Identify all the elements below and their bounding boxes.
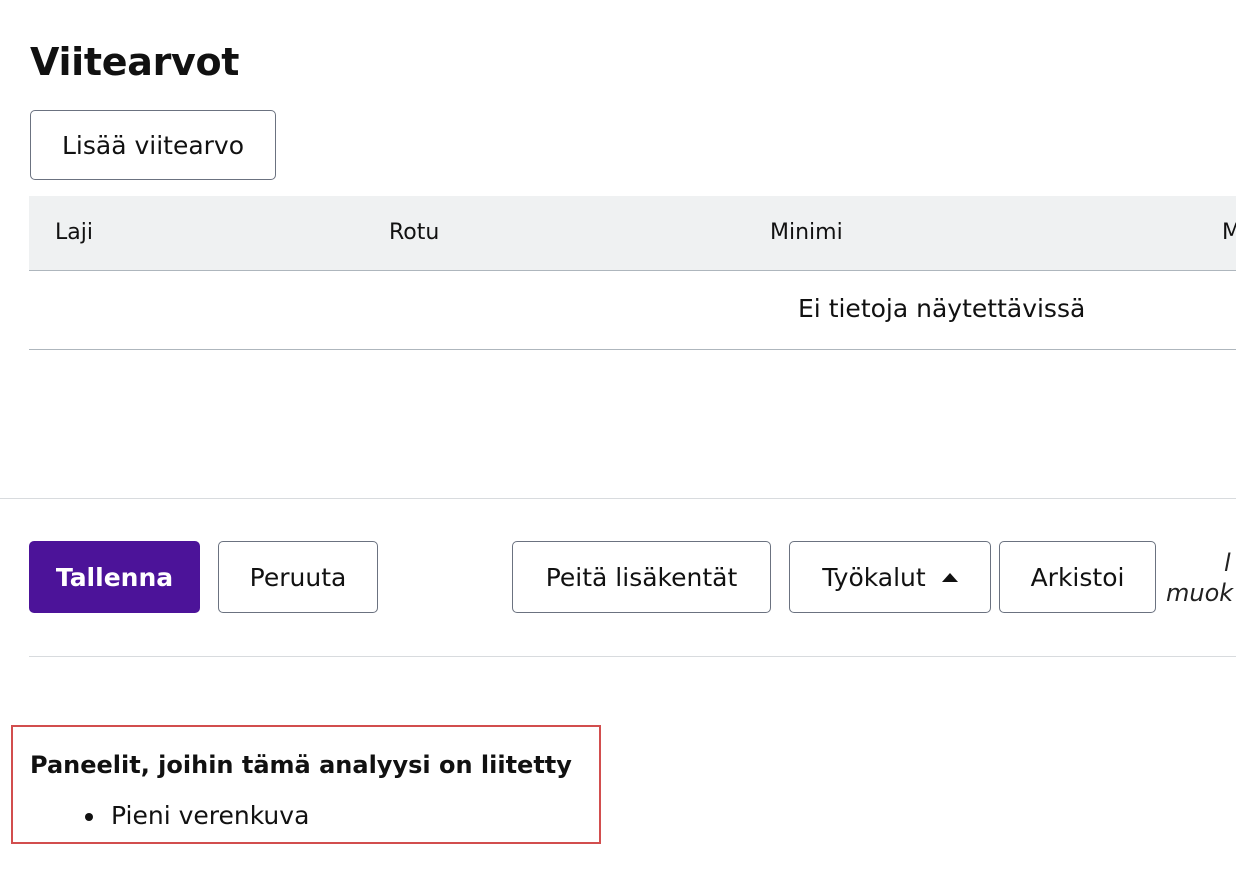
modified-info-line-1: l (1224, 549, 1231, 577)
empty-table-message: Ei tietoja näytettävissä (798, 294, 1086, 323)
add-reference-value-button[interactable]: Lisää viitearvo (30, 110, 276, 180)
bullet-icon (85, 813, 93, 821)
section-title: Viitearvot (30, 40, 240, 84)
archive-button[interactable]: Arkistoi (999, 541, 1156, 613)
column-header-laji[interactable]: Laji (55, 220, 93, 245)
tools-menu-label: Työkalut (822, 562, 926, 592)
table-empty-row: Ei tietoja näytettävissä (29, 272, 1236, 350)
save-button[interactable]: Tallenna (29, 541, 200, 613)
table-header: Laji Rotu Minimi M (29, 196, 1236, 271)
linked-panels-title: Paneelit, joihin tämä analyysi on liitet… (30, 751, 572, 779)
panel-name: Pieni verenkuva (111, 801, 310, 830)
divider (29, 656, 1236, 657)
list-item: Pieni verenkuva (30, 801, 309, 830)
hide-extra-fields-button[interactable]: Peitä lisäkentät (512, 541, 771, 613)
column-header-rotu[interactable]: Rotu (389, 220, 439, 245)
tools-menu-button[interactable]: Työkalut (789, 541, 991, 613)
column-header-minimi[interactable]: Minimi (770, 220, 843, 245)
column-header-maksimi[interactable]: M (1222, 220, 1236, 245)
modified-info-line-2: muok (1166, 579, 1234, 607)
linked-panels-list: Pieni verenkuva (30, 801, 309, 830)
linked-panels-box: Paneelit, joihin tämä analyysi on liitet… (11, 725, 601, 844)
modified-info: l muok (1166, 548, 1236, 628)
caret-up-icon (941, 572, 958, 582)
page: Viitearvot Lisää viitearvo Laji Rotu Min… (0, 0, 1236, 883)
cancel-button[interactable]: Peruuta (218, 541, 378, 613)
divider (0, 498, 1236, 499)
